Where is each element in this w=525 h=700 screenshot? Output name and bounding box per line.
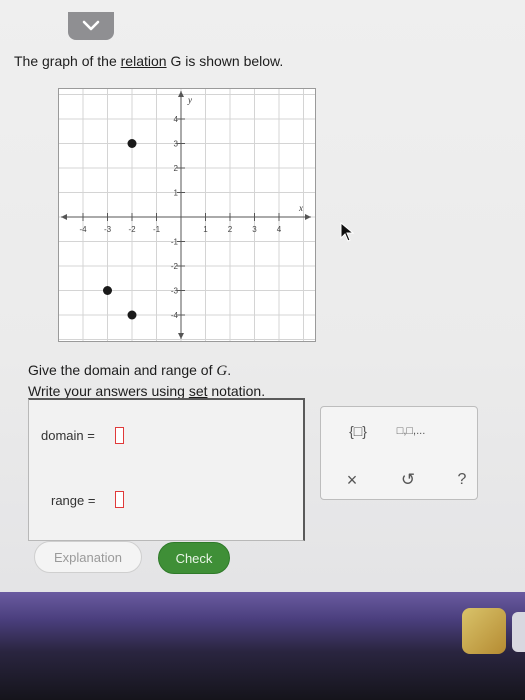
x-tick-label: -4 [79,225,87,234]
y-tick-label: 3 [174,140,179,149]
clear-button[interactable]: × [339,469,365,491]
relation-point [127,310,137,320]
y-tick-label: -4 [171,311,179,320]
finder-icon[interactable] [462,608,506,654]
instruction-line-1: Give the domain and range of G. [28,362,232,379]
y-tick-label: -1 [171,238,179,247]
desktop-background [0,592,525,700]
check-button[interactable]: Check [158,542,230,574]
range-label: range = [51,493,96,508]
relation-point [103,286,112,295]
graph-canvas: x y -4 -3 -2 -1 1 2 3 4 -4 -3 -2 -1 1 2 3 4 [59,89,315,341]
range-input[interactable] [115,491,124,508]
x-tick-label: 4 [277,225,282,234]
set-link[interactable]: set [189,383,208,399]
y-tick-label: -3 [171,287,179,296]
x-tick-label: 3 [252,225,257,234]
relation-link[interactable]: relation [121,53,167,69]
dock-app-icon[interactable] [512,612,525,652]
undo-button[interactable]: ↺ [395,469,421,491]
x-tick-label: 2 [228,225,233,234]
chevron-down-icon [82,20,100,31]
x-axis-arrow-left [61,214,67,220]
list-button[interactable]: □,□,... [389,421,433,441]
x-tick-label: -1 [153,225,161,234]
x-axis-arrow [305,214,311,220]
question-prompt: The graph of the relation G is shown bel… [14,53,283,69]
explanation-button[interactable]: Explanation [34,541,142,573]
help-button[interactable]: ? [449,469,475,491]
y-tick-label: 4 [174,115,179,124]
math-toolbar: {□} □,□,... × ↺ ? [320,406,478,500]
collapse-tab[interactable] [68,12,114,40]
relation-graph: x y -4 -3 -2 -1 1 2 3 4 -4 -3 -2 -1 1 2 3 4 [58,88,316,342]
answer-area: domain = range = [28,398,305,541]
domain-label: domain = [41,428,95,443]
x-tick-label: -2 [128,225,136,234]
y-tick-label: 2 [174,164,179,173]
instructions: Give the domain and range of G. Write yo… [28,360,265,401]
x-tick-label: -3 [104,225,112,234]
prompt-text-2: G is shown below. [166,53,284,69]
y-axis-label: y [187,95,192,105]
set-braces-button[interactable]: {□} [343,421,373,441]
app-screen: The graph of the relation G is shown bel… [0,0,525,592]
x-tick-label: 1 [203,225,208,234]
mouse-cursor-icon [340,222,354,242]
x-axis-label: x [298,203,303,213]
y-tick-label: 1 [174,189,179,198]
domain-input[interactable] [115,427,124,444]
relation-point [127,139,137,148]
y-axis-arrow-down [178,333,184,339]
prompt-text-1: The graph of the [14,53,121,69]
y-tick-label: -2 [171,262,179,271]
